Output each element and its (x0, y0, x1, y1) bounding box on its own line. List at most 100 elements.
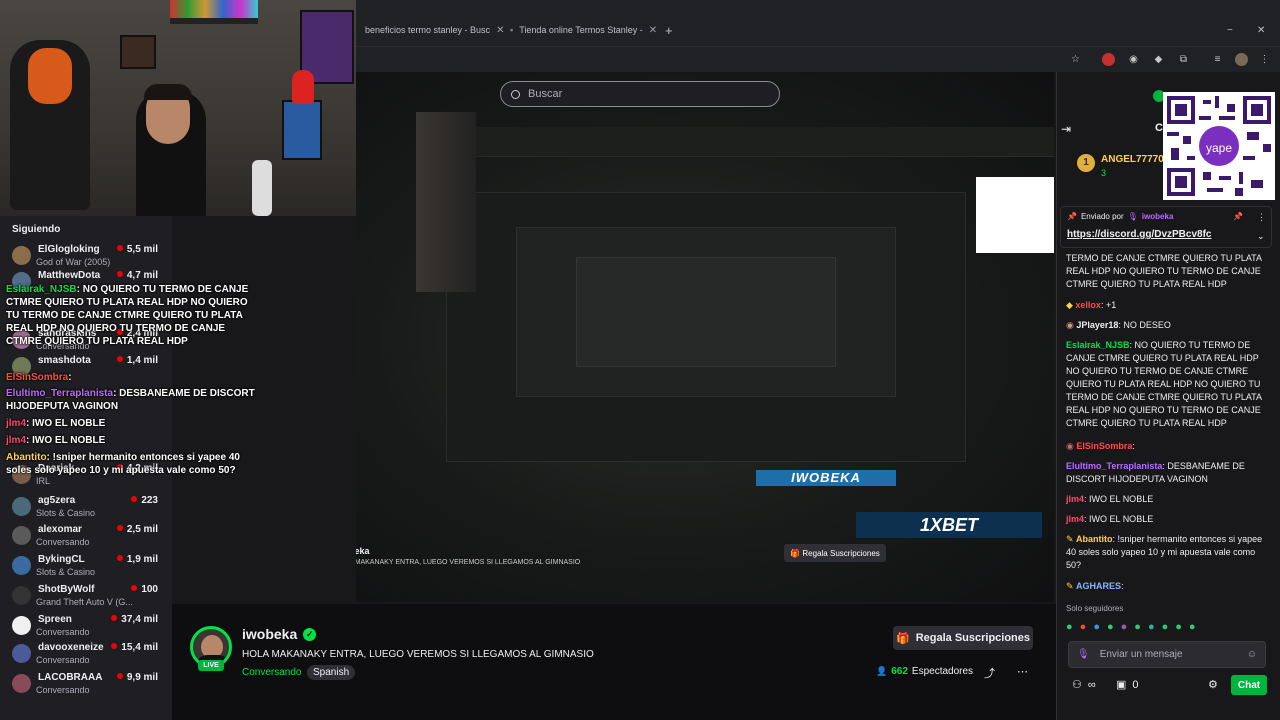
chat-message: jlm4: IWO EL NOBLE (1066, 514, 1154, 524)
close-tab-icon[interactable]: ✕ (496, 25, 504, 36)
stream-chat-overlay: Eslairak_NJSB: NO QUIERO TU TERMO DE CAN… (0, 283, 260, 493)
sidebar-channel-lacobraaa[interactable]: LACOBRAAA Conversando 9,9 mil (8, 670, 168, 698)
emote-icon[interactable]: ● (1134, 621, 1141, 633)
extensions-puzzle-icon[interactable]: ⧉ (1177, 53, 1190, 66)
viewer-count: 2,5 mil (117, 524, 158, 535)
bookmark-star-icon[interactable]: ☆ (1069, 53, 1082, 66)
qr-code-image: yape (1163, 92, 1275, 200)
sidebar-channel-elglogloking[interactable]: ElGlogloking God of War (2005) 5,5 mil (8, 242, 168, 270)
tag-spanish[interactable]: Spanish (307, 665, 356, 680)
infinity-icon: ∞ (1087, 678, 1096, 691)
channel-name[interactable]: iwobeka (242, 626, 297, 642)
iwobeka-banner: IWOBEKA (756, 470, 896, 486)
minimize-icon[interactable]: − (1227, 20, 1233, 40)
reading-list-icon[interactable]: ≡ (1211, 53, 1224, 66)
tab-favicon-icon: ▪ (510, 25, 514, 35)
browser-toolbar: ☆ ◉ ◆ ⧉ ≡ ⋮ (355, 46, 1280, 72)
screen: beneficios termo stanley - Busc ✕ ▪ Tien… (0, 0, 1280, 720)
video-player[interactable]: IWOBEKA 1XBET iwobeka HOLA MAKANAKY ENTR… (356, 72, 1054, 602)
chat-settings-icon[interactable]: ⚙ (1208, 678, 1218, 691)
extension-icon[interactable] (1102, 53, 1115, 66)
webcam-feed (0, 0, 356, 216)
chat-message: Eslairak_NJSB: NO QUIERO TU TERMO DE CAN… (1066, 340, 1262, 428)
search-bar[interactable]: Buscar (500, 81, 780, 107)
viewer-count: 5,5 mil (117, 244, 158, 255)
browser-tab[interactable]: beneficios termo stanley - Busc ✕ (365, 20, 504, 40)
chat-header: C (1155, 122, 1163, 134)
close-window-icon[interactable]: ✕ (1257, 20, 1265, 40)
gift-subs-button[interactable]: 🎁 Regala Suscripciones (893, 626, 1033, 650)
sidebar-channel-bykingcl[interactable]: BykingCL Slots & Casino 1,9 mil (8, 552, 168, 580)
channel-name: ElGlogloking (38, 244, 100, 255)
emote-icon[interactable]: ● (1189, 621, 1196, 633)
expand-pinned-icon[interactable]: ⌄ (1257, 231, 1265, 242)
channel-category: Grand Theft Auto V (G... (36, 597, 133, 607)
chat-message: ◉ JPlayer18: NO DESEO (1066, 320, 1171, 330)
nested-webcam (416, 112, 476, 292)
chat-send-button[interactable]: Chat (1231, 675, 1267, 695)
channel-category: Conversando (36, 537, 90, 547)
sidebar-channel-shotbywolf[interactable]: ShotByWolf Grand Theft Auto V (G... 100 (8, 582, 168, 610)
sidebar-channel-spreen[interactable]: Spreen Conversando 37,4 mil (8, 612, 168, 640)
chat-message: ◉ ElSinSombra: (1066, 441, 1135, 451)
emote-icon[interactable]: ● (1162, 621, 1169, 633)
emote-icon[interactable]: ● (1093, 621, 1100, 633)
pin-icon: 📌 (1067, 212, 1077, 221)
extension-icon[interactable]: ◉ (1127, 53, 1140, 66)
chat-input-placeholder: Enviar un mensaje (1099, 649, 1183, 660)
pinned-by-row: 📌 Enviado por 🎙 iwobeka (1067, 212, 1174, 221)
channel-category: Slots & Casino (36, 567, 96, 577)
nested-gift-button: 🎁 Regala Suscripciones (784, 544, 886, 562)
wall-poster (120, 35, 156, 69)
chat-message: ◆ xellox: +1 (1066, 300, 1117, 310)
viewer-count: 15,4 mil (111, 642, 158, 653)
nested-browser-frame (416, 127, 1054, 157)
search-input[interactable]: Buscar (528, 88, 562, 100)
close-tab-icon[interactable]: ✕ (649, 25, 657, 36)
emote-icon[interactable]: ● (1175, 621, 1182, 633)
browser-tab[interactable]: ▪ Tienda online Termos Stanley - ✕ (510, 20, 657, 40)
discord-link[interactable]: https://discord.gg/DvzPBcv8fc (1067, 229, 1211, 240)
emote-icon[interactable]: ● (1148, 621, 1155, 633)
stream-category-link[interactable]: Conversando (242, 667, 301, 678)
profile-avatar[interactable] (1235, 53, 1248, 66)
emote-icon[interactable]: ● (1080, 621, 1087, 633)
new-tab-button[interactable]: + (665, 20, 673, 40)
badge-icon: ✎ (1066, 581, 1077, 591)
share-icon[interactable]: ⤴ (984, 665, 995, 681)
channel-points[interactable]: ⚇ ∞ (1072, 678, 1096, 692)
mic-icon: 🎙 (1077, 649, 1090, 660)
emote-icon[interactable]: ● (1066, 621, 1073, 633)
chat-input[interactable]: 🎙 Enviar un mensaje ☺ (1068, 641, 1266, 668)
channel-name: Spreen (38, 614, 72, 625)
emote-icon[interactable]: ● (1107, 621, 1114, 633)
browser-tab-strip: beneficios termo stanley - Busc ✕ ▪ Tien… (355, 0, 1280, 46)
tab-label: Tienda online Termos Stanley - (519, 25, 643, 35)
sidebar-channel-davooxeneize[interactable]: davooxeneize Conversando 15,4 mil (8, 640, 168, 668)
emoji-icon[interactable]: ☺ (1247, 649, 1257, 660)
unpin-icon[interactable]: 📌 (1233, 212, 1243, 221)
chair-headrest (28, 48, 72, 104)
rewards-count[interactable]: ▣ 0 (1116, 678, 1139, 692)
overlay-message: ElSinSombra: (6, 372, 72, 383)
collapse-chat-icon[interactable]: ⇥ (1061, 122, 1071, 136)
browser-menu-icon[interactable]: ⋮ (1258, 53, 1271, 66)
sidebar-channel-alexomar[interactable]: alexomar Conversando 2,5 mil (8, 522, 168, 550)
extension-icon[interactable]: ◆ (1152, 53, 1165, 66)
channel-category: Conversando (36, 685, 90, 695)
emote-icon[interactable]: ● (1121, 621, 1128, 633)
channel-avatar (12, 674, 31, 693)
chat-message: ✎ Abantito: !sniper hermanito entonces s… (1066, 534, 1263, 570)
channel-name-row: iwobeka ✓ (242, 626, 317, 642)
channel-name: alexomar (38, 524, 82, 535)
viewer-count: 1,9 mil (117, 554, 158, 565)
points-icon: ⚇ (1072, 679, 1082, 691)
channel-avatar (12, 616, 31, 635)
more-options-icon[interactable]: ⋯ (1017, 665, 1028, 678)
sidebar-channel-ag5zera[interactable]: ag5zera Slots & Casino 223 (8, 493, 168, 521)
stream-title: HOLA MAKANAKY ENTRA, LUEGO VEREMOS SI LL… (242, 649, 594, 660)
pinned-options-icon[interactable]: ⋮ (1257, 212, 1266, 223)
channel-name: BykingCL (38, 554, 85, 565)
followers-only-notice: Solo seguidores (1066, 604, 1124, 613)
viewer-count: 4,7 mil (117, 270, 158, 281)
